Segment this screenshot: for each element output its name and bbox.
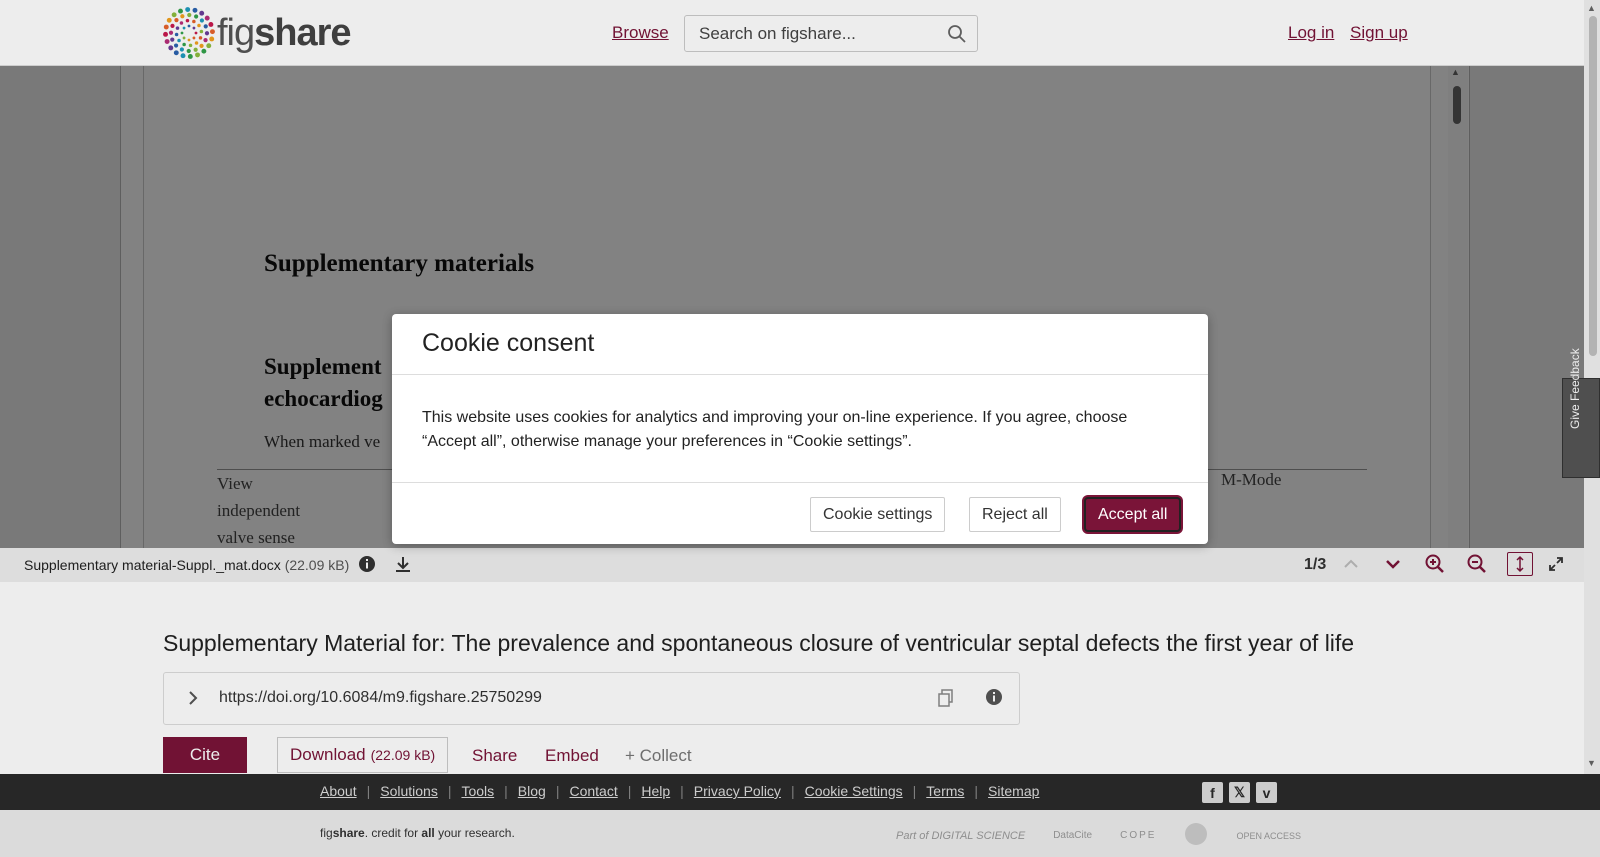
cookie-consent-dialog: Cookie consent This website uses cookies… xyxy=(392,314,1208,544)
accept-all-button[interactable]: Accept all xyxy=(1084,497,1182,532)
reject-all-button[interactable]: Reject all xyxy=(969,497,1061,532)
cookie-settings-button[interactable]: Cookie settings xyxy=(810,497,946,532)
dialog-title: Cookie consent xyxy=(422,329,595,357)
dialog-body: This website uses cookies for analytics … xyxy=(422,409,1128,450)
